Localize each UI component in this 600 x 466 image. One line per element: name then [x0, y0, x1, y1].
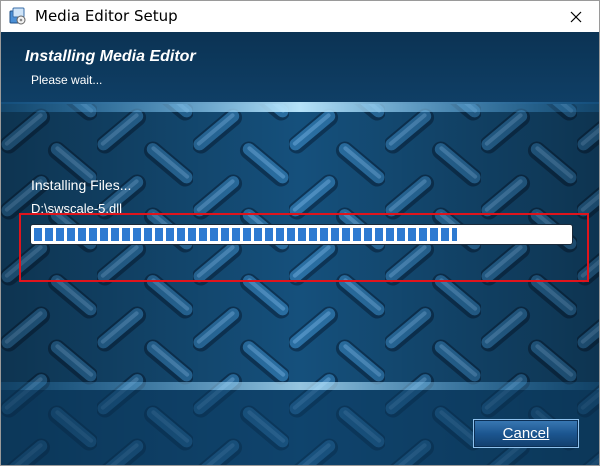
- title-bar[interactable]: Media Editor Setup: [1, 1, 599, 32]
- installer-panel: Installing Media Editor Please wait... I…: [1, 32, 599, 465]
- close-icon: [570, 11, 582, 22]
- install-progress-fill: [34, 228, 457, 241]
- header-subtitle: Please wait...: [31, 73, 103, 87]
- setup-window: Media Editor Setup Installing Media Edit…: [0, 0, 600, 466]
- close-button[interactable]: [553, 1, 599, 32]
- setup-app-icon: [9, 7, 26, 25]
- install-progress-bar: [30, 224, 573, 245]
- install-status-label: Installing Files...: [31, 177, 132, 193]
- cancel-button-label: Cancel: [502, 425, 550, 442]
- cancel-button[interactable]: Cancel: [473, 419, 579, 448]
- window-title: Media Editor Setup: [35, 7, 178, 25]
- header-title: Installing Media Editor: [25, 48, 196, 65]
